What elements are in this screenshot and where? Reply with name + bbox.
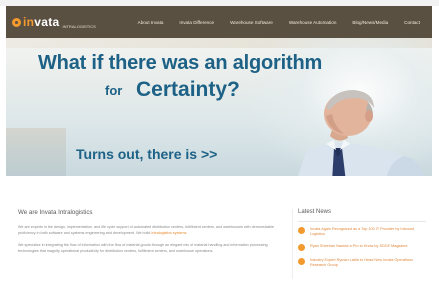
column-divider	[292, 209, 293, 279]
latest-news-section: Latest News Invata Again Recognized as a…	[298, 209, 426, 275]
nav-contact[interactable]: Contact	[396, 17, 428, 28]
about-title: We are Invata Intralogistics	[18, 209, 93, 216]
about-paragraph-1: We are experts in the design, implementa…	[18, 224, 286, 236]
bullet-icon	[298, 258, 305, 265]
main-nav: About Invata Invata Difference Warehouse…	[130, 17, 428, 28]
businessman-photo	[276, 86, 432, 176]
about-paragraph-1-text: We are experts in the design, implementa…	[18, 225, 274, 235]
hero-cta-link[interactable]: Turns out, there is >>	[76, 146, 217, 162]
news-item[interactable]: Ryan Sheehan Named a Pro to Know by SDCE…	[298, 244, 426, 251]
news-item-text: Industry Expert Ryman Labib to Head New …	[310, 258, 413, 267]
nav-about-invata[interactable]: About Invata	[130, 17, 172, 28]
nav-warehouse-automation[interactable]: Warehouse Automation	[281, 17, 345, 28]
hero-subhead-prefix: for	[105, 83, 123, 98]
site-header: invata INTRALOGISTICS About Invata Invat…	[6, 6, 432, 38]
about-paragraph-2: We specialize in integrating the flow of…	[18, 243, 268, 253]
nav-invata-difference[interactable]: Invata Difference	[171, 17, 222, 28]
nav-blog-news-media[interactable]: Blog/News/Media	[344, 17, 396, 28]
banner-background-blur	[6, 128, 66, 176]
main-content: We are Invata Intralogistics We are expe…	[6, 176, 432, 291]
page: invata INTRALOGISTICS About Invata Invat…	[0, 0, 439, 297]
latest-news-title: Latest News	[298, 209, 332, 215]
logo-tagline: INTRALOGISTICS	[62, 23, 96, 29]
hero-headline: What if there was an algorithm	[38, 52, 323, 74]
nav-warehouse-software[interactable]: Warehouse Software	[222, 17, 281, 28]
news-item[interactable]: Industry Expert Ryman Labib to Head New …	[298, 258, 426, 268]
intralogistics-systems-link[interactable]: Intralogistics systems	[151, 231, 186, 235]
news-divider	[298, 221, 426, 222]
hero-banner[interactable]: What if there was an algorithm for Certa…	[6, 38, 432, 176]
news-item-text: Ryan Sheehan Named a Pro to Know by SDCE…	[310, 244, 408, 248]
logo-mark-icon	[12, 17, 21, 27]
bullet-icon	[298, 244, 305, 251]
news-item[interactable]: Invata Again Recognized as a Top 100 IT …	[298, 227, 426, 237]
invata-logo[interactable]: invata INTRALOGISTICS	[12, 11, 100, 33]
hero-subhead: Certainty?	[136, 78, 240, 101]
businessman-illustration	[298, 90, 425, 176]
logo-wordmark: invata	[23, 15, 60, 29]
bullet-icon	[298, 227, 305, 234]
about-section: We are Invata Intralogistics We are expe…	[18, 209, 286, 260]
news-item-text: Invata Again Recognized as a Top 100 IT …	[310, 227, 415, 236]
